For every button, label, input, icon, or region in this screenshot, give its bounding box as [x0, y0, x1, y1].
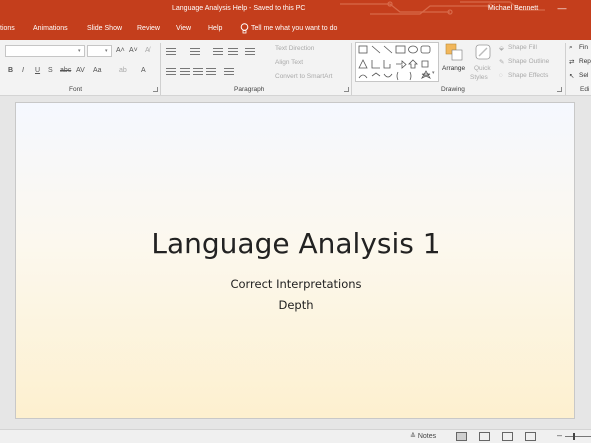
decrease-indent-icon[interactable] — [213, 48, 223, 56]
title-bar: Language Analysis Help - Saved to this P… — [0, 0, 591, 18]
align-left-icon[interactable] — [166, 68, 176, 76]
find-icon[interactable]: ⌕ — [569, 44, 573, 52]
clear-formatting-icon[interactable]: A̸ — [145, 46, 150, 56]
shrink-font-icon[interactable]: A˅ — [129, 46, 138, 56]
underline-button[interactable]: U — [35, 66, 40, 76]
justify-icon[interactable] — [206, 68, 216, 76]
quick-styles-label-2[interactable]: Styles — [470, 74, 488, 81]
change-case-button[interactable]: Aa — [93, 66, 102, 76]
replace-icon[interactable]: ⇄ — [569, 58, 574, 66]
slide-editing-pane: Language Analysis 1 Correct Interpretati… — [0, 97, 591, 429]
tab-view[interactable]: View — [176, 25, 191, 32]
text-direction-button[interactable]: Text Direction — [275, 45, 314, 52]
replace-button[interactable]: Rep — [579, 58, 591, 65]
tell-me-search[interactable]: Tell me what you want to do — [251, 25, 337, 32]
highlight-color-button[interactable]: ab — [119, 66, 127, 76]
status-bar: ≙ Notes – — [0, 429, 591, 443]
ribbon: ▾ ▾ A˄ A˅ A̸ B I U S abc AV Aa ab A Font… — [0, 40, 591, 96]
shape-fill-icon[interactable]: ⬙ — [499, 44, 504, 52]
paragraph-dialog-launcher[interactable] — [344, 87, 349, 92]
tab-transitions[interactable]: tions — [0, 25, 15, 32]
convert-smartart-button[interactable]: Convert to SmartArt — [275, 73, 332, 80]
normal-view-button[interactable] — [456, 432, 467, 441]
numbering-icon[interactable] — [190, 48, 200, 56]
shape-fill-button[interactable]: Shape Fill — [508, 44, 537, 51]
shapes-more-icon[interactable]: ▾ — [432, 70, 435, 76]
user-name[interactable]: Michael Bennett — [488, 5, 538, 12]
quick-styles-icon[interactable] — [474, 43, 492, 61]
bullets-icon[interactable] — [166, 48, 176, 56]
zoom-slider[interactable] — [565, 436, 591, 437]
slide-subtitle-line-2[interactable]: Depth — [16, 298, 576, 312]
italic-button[interactable]: I — [22, 66, 24, 76]
drawing-group-label: Drawing — [441, 86, 465, 93]
shape-effects-button[interactable]: Shape Effects — [508, 72, 548, 79]
notes-button[interactable]: ≙ Notes — [410, 432, 436, 440]
notes-label: Notes — [417, 433, 437, 440]
select-button[interactable]: Sel — [579, 72, 588, 79]
tab-help[interactable]: Help — [208, 25, 222, 32]
bold-button[interactable]: B — [8, 66, 13, 76]
tab-animations[interactable]: Animations — [33, 25, 68, 32]
align-center-icon[interactable] — [180, 68, 190, 76]
minimize-button[interactable]: — — [556, 2, 568, 14]
font-dialog-launcher[interactable] — [153, 87, 158, 92]
tab-slide-show[interactable]: Slide Show — [87, 25, 122, 32]
ribbon-tab-row: tions Animations Slide Show Review View … — [0, 18, 591, 40]
tab-review[interactable]: Review — [137, 25, 160, 32]
slide[interactable]: Language Analysis 1 Correct Interpretati… — [15, 102, 575, 419]
group-separator — [565, 43, 566, 95]
select-icon[interactable]: ↖ — [569, 72, 574, 80]
editing-group-label: Edi — [580, 86, 590, 93]
zoom-slider-thumb[interactable] — [573, 433, 575, 440]
shape-effects-icon[interactable]: ◌ — [499, 72, 503, 79]
group-separator — [160, 43, 161, 95]
reading-view-button[interactable] — [502, 432, 513, 441]
drawing-dialog-launcher[interactable] — [557, 87, 562, 92]
strikethrough-button[interactable]: abc — [60, 66, 71, 76]
quick-styles-label-1[interactable]: Quick — [474, 65, 491, 72]
align-text-button[interactable]: Align Text — [275, 59, 303, 66]
arrange-icon[interactable] — [445, 43, 463, 61]
font-color-button[interactable]: A — [141, 66, 146, 76]
slideshow-view-button[interactable] — [525, 432, 536, 441]
align-right-icon[interactable] — [193, 68, 203, 76]
slide-title[interactable]: Language Analysis 1 — [16, 227, 576, 260]
lightbulb-icon[interactable] — [240, 23, 249, 34]
font-group-label: Font — [69, 86, 83, 93]
paragraph-group-label: Paragraph — [234, 86, 265, 93]
slide-subtitle-line-1[interactable]: Correct Interpretations — [16, 277, 576, 291]
shape-outline-button[interactable]: Shape Outline — [508, 58, 549, 65]
font-name-input[interactable] — [5, 45, 85, 57]
shapes-gallery[interactable] — [355, 42, 439, 82]
zoom-out-button[interactable]: – — [557, 430, 562, 440]
text-shadow-button[interactable]: S — [48, 66, 53, 76]
slide-sorter-view-button[interactable] — [479, 432, 490, 441]
character-spacing-button[interactable]: AV — [76, 66, 85, 76]
font-name-dropdown-icon[interactable]: ▾ — [78, 48, 81, 54]
line-spacing-icon[interactable] — [245, 48, 255, 56]
arrange-button[interactable]: Arrange — [442, 65, 465, 72]
window-title: Language Analysis Help - Saved to this P… — [172, 5, 306, 12]
shapes-gallery-icons — [358, 45, 432, 81]
find-button[interactable]: Fin — [579, 44, 588, 51]
increase-indent-icon[interactable] — [228, 48, 238, 56]
columns-icon[interactable] — [224, 68, 234, 76]
grow-font-icon[interactable]: A˄ — [116, 46, 125, 56]
font-size-dropdown-icon[interactable]: ▾ — [105, 48, 108, 54]
shape-outline-icon[interactable]: ✎ — [499, 58, 504, 66]
group-separator — [351, 43, 352, 95]
font-size-input[interactable] — [87, 45, 112, 57]
